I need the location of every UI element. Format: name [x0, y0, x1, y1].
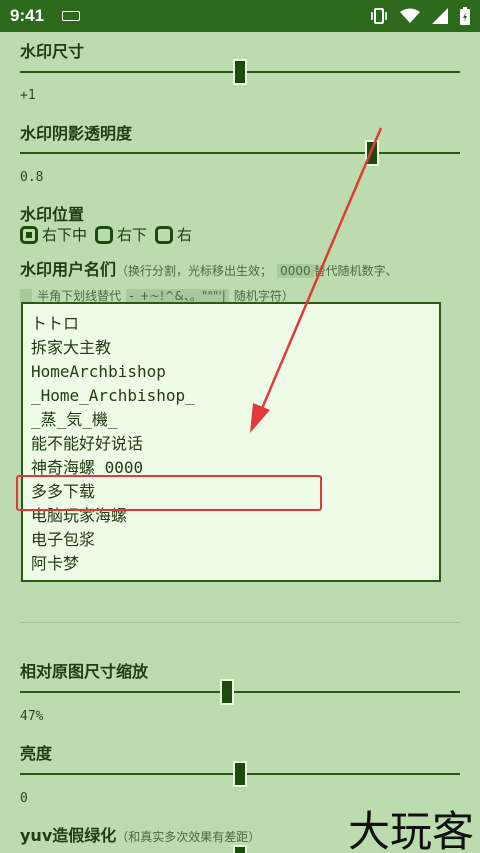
slider-track	[20, 691, 460, 693]
brightness-value: 0	[20, 791, 28, 806]
slider-thumb[interactable]	[233, 845, 247, 853]
yuv-label: yuv造假绿化	[20, 826, 117, 845]
corner-watermark: 大玩客	[347, 807, 474, 853]
section-divider	[20, 622, 460, 623]
brightness-slider[interactable]	[20, 761, 460, 787]
slider-thumb[interactable]	[233, 761, 247, 787]
scale-value: 47%	[20, 709, 44, 724]
slider-thumb[interactable]	[219, 679, 234, 705]
yuv-label-block: yuv造假绿化（和真实多次效果有差距）	[20, 822, 260, 846]
annotation-arrow	[250, 127, 383, 433]
scale-slider[interactable]	[20, 679, 460, 705]
yuv-hint: （和真实多次效果有差距）	[116, 830, 261, 844]
